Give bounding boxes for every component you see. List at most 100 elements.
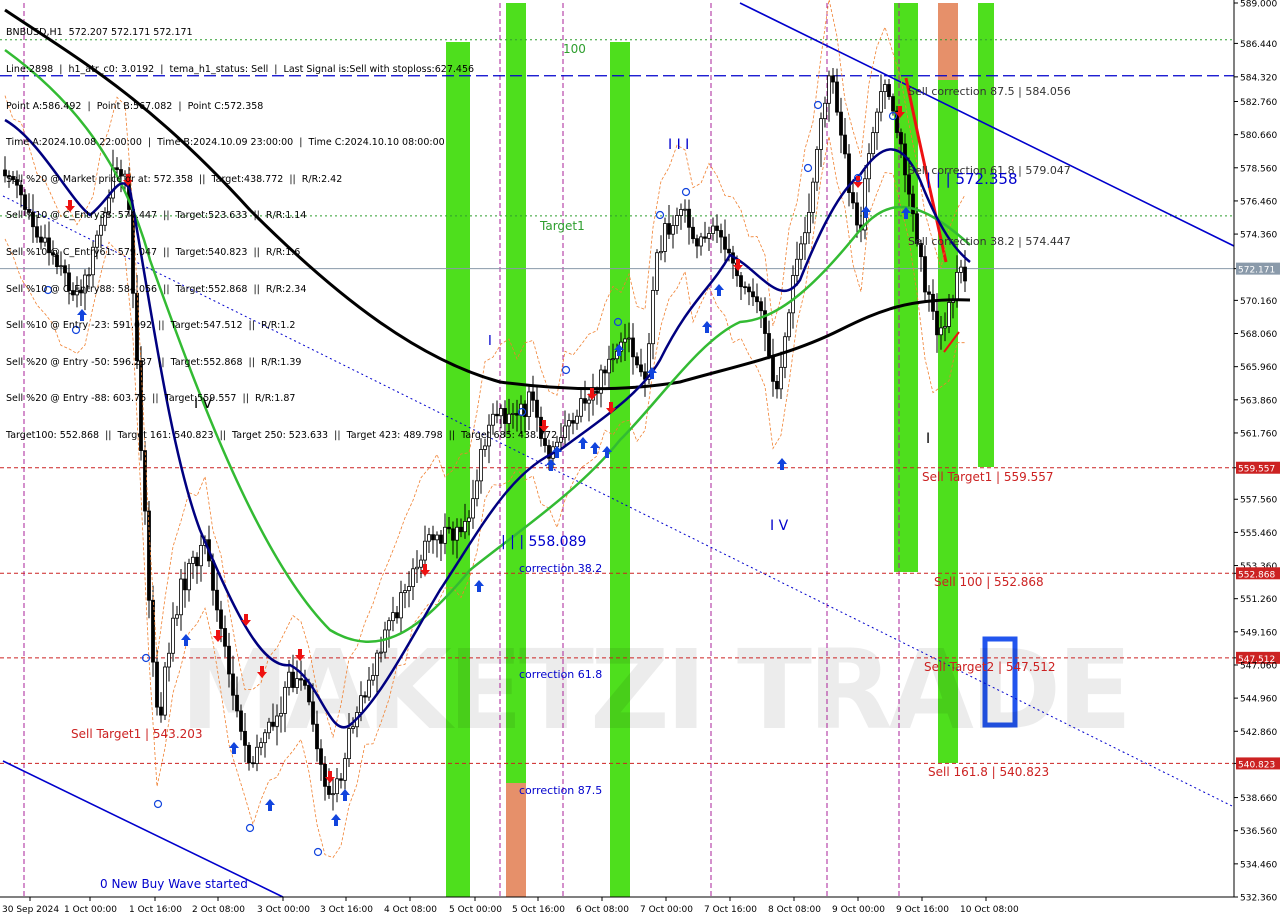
candle-body [887,84,891,97]
time-tick-label: 10 Oct 08:00 [960,905,1019,915]
price-tick-label: 589.000 [1240,0,1277,10]
candle-body [387,620,391,631]
chart-annotation: I V [770,518,789,534]
candle-body [771,355,775,382]
chart-annotation: Sell correction 38.2 | 574.447 [908,235,1071,248]
candle-body [159,706,163,716]
candle-body [579,398,583,417]
candle-body [391,612,395,622]
chart-annotation: Sell Target2 | 547.512 [924,660,1056,674]
candle-body [303,679,307,686]
candle-body [767,333,771,357]
candle-body [247,744,251,764]
time-tick-label: 5 Oct 00:00 [449,905,502,915]
candle-body [447,526,451,530]
price-tick-label: 576.460 [1240,197,1277,207]
candle-body [375,652,379,676]
candle-body [723,236,727,250]
candle-body [451,528,455,541]
candle-body [143,450,147,512]
candle-body [415,566,419,570]
signal-circle [655,210,665,220]
buy-arrow [474,580,484,592]
price-tick-label: 563.860 [1240,396,1277,406]
chart-annotation: Sell 161.8 | 540.823 [928,765,1049,779]
candle-body [191,556,195,564]
candle-body [379,651,383,654]
time-tick-label: 4 Oct 08:00 [384,905,437,915]
candle-body [671,225,675,235]
candle-body [227,645,231,675]
candle-body [563,425,567,438]
chart-annotation: correction 87.5 [519,784,602,797]
time-tick-label: 1 Oct 00:00 [64,905,117,915]
candle-body [575,415,579,424]
candle-body [651,290,655,345]
candle-body [195,556,199,567]
candle-body [567,420,571,427]
candle-body [371,675,375,681]
info-line: Sell %10 @ C_Entry88: 584.056 || Target:… [6,283,307,295]
candle-body [843,134,847,155]
candle-body [459,526,463,533]
candle-body [763,310,767,334]
candle-body [199,544,203,567]
candle-body [175,614,179,619]
candle-body [755,296,759,303]
info-line: Sell %20 @ Market price or at: 572.358 |… [6,173,343,185]
candle-body [835,81,839,113]
candle-body [271,721,275,727]
time-tick-label: 3 Oct 00:00 [257,905,310,915]
candle-body [667,223,671,235]
candle-body [959,266,963,273]
signal-circle [245,823,255,833]
buy-arrow [578,437,588,449]
time-tick-label: 30 Sep 2024 [2,905,59,915]
candle-body [707,233,711,239]
time-tick-label: 1 Oct 16:00 [129,905,182,915]
candle-body [347,728,351,760]
candle-body [295,678,299,688]
candle-body [787,312,791,338]
candle-body [167,652,171,668]
info-line: Time A:2024.10.08 22:00:00 | Time B:2024… [6,137,445,149]
candle-body [675,215,679,226]
price-tag-label: 540.823 [1238,760,1275,770]
candle-body [423,540,427,561]
time-axis[interactable]: 30 Sep 2024 1 Oct 00:00 1 Oct 16:00 2 Oct 0… [0,896,1234,915]
price-tick-label: 547.060 [1240,661,1277,671]
price-tick-label: 568.060 [1240,330,1277,340]
candle-body [243,730,247,746]
signal-circle [561,365,571,375]
candle-body [815,149,819,183]
candle-body [395,612,399,619]
signal-circle [813,100,823,110]
candle-body [891,96,895,112]
price-axis[interactable]: 589.000 586.440 584.320 582.760 580.660 578.5… [1233,0,1280,920]
candle-body [799,243,803,260]
candle-body [323,763,327,787]
candle-body [171,617,175,654]
time-tick-label: 7 Oct 16:00 [704,905,757,915]
candle-body [603,369,607,374]
candle-body [827,75,831,104]
chart-annotation: I [926,431,930,447]
candle-body [251,762,255,765]
price-tick-label: 586.440 [1240,40,1277,50]
candle-body [883,84,887,92]
time-tick-label: 3 Oct 16:00 [320,905,373,915]
candle-body [559,437,563,443]
candle-body [291,671,295,688]
candle-body [607,358,611,374]
chart-annotation: correction 38.2 [519,562,602,575]
candle-body [623,338,627,343]
chart-annotation: 0 New Buy Wave started [100,877,248,891]
buy-arrow [265,799,275,811]
chart-annotation: | | | 572.358 [926,170,1018,188]
candle-body [907,174,911,195]
candle-body [947,302,951,327]
candle-body [231,673,235,696]
candle-body [399,592,403,619]
info-line: Sell %10 @ Entry -23: 591.092 || Target:… [6,320,296,332]
price-tick-label: 565.960 [1240,363,1277,373]
